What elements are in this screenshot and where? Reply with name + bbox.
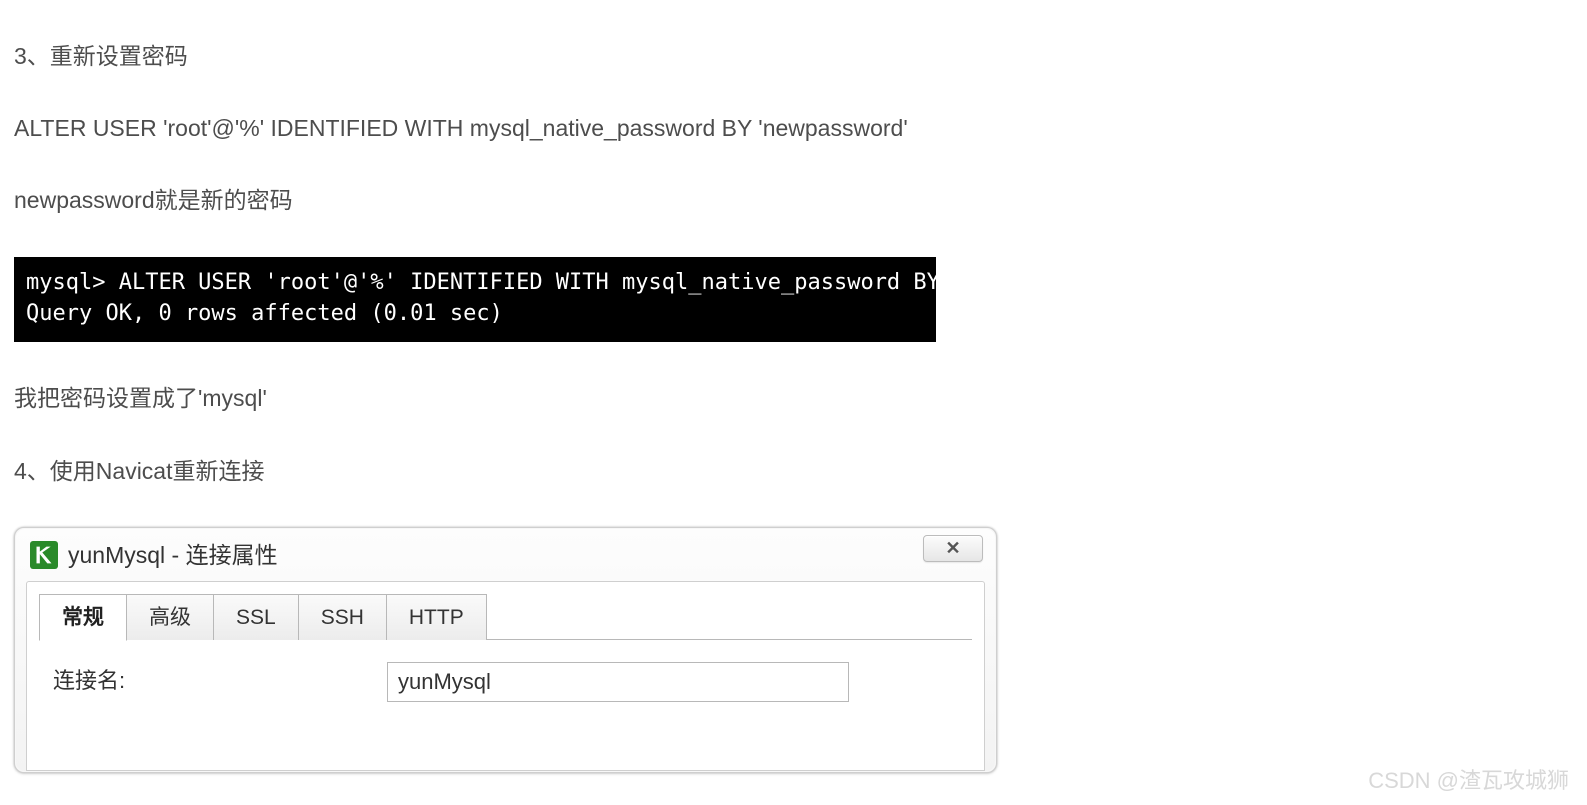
navicat-dialog: yunMysql - 连接属性 ✕ 常规 高级 SSL SSH HTTP 连接名… bbox=[14, 527, 997, 773]
dialog-title: yunMysql - 连接属性 bbox=[68, 539, 278, 571]
paragraph-step3-title: 3、重新设置密码 bbox=[14, 40, 1573, 72]
close-icon: ✕ bbox=[945, 536, 960, 561]
paragraph-newpassword-note: newpassword就是新的密码 bbox=[14, 184, 1573, 216]
tab-ssl[interactable]: SSL bbox=[213, 594, 299, 640]
dialog-tabs: 常规 高级 SSL SSH HTTP bbox=[39, 594, 972, 640]
tab-advanced[interactable]: 高级 bbox=[126, 594, 214, 640]
form-row-connection-name: 连接名: bbox=[39, 662, 972, 702]
csdn-watermark: CSDN @渣瓦攻城狮 bbox=[1368, 766, 1569, 797]
terminal-output: mysql> ALTER USER 'root'@'%' IDENTIFIED … bbox=[14, 257, 936, 343]
paragraph-step4-title: 4、使用Navicat重新连接 bbox=[14, 455, 1573, 487]
navicat-app-icon bbox=[30, 541, 58, 569]
tab-http[interactable]: HTTP bbox=[386, 594, 487, 640]
connection-name-input[interactable] bbox=[387, 662, 849, 702]
paragraph-sql-command: ALTER USER 'root'@'%' IDENTIFIED WITH my… bbox=[14, 112, 1573, 144]
dialog-titlebar: yunMysql - 连接属性 ✕ bbox=[16, 529, 995, 581]
tab-general[interactable]: 常规 bbox=[39, 594, 127, 641]
connection-name-label: 连接名: bbox=[53, 666, 387, 697]
paragraph-password-set: 我把密码设置成了'mysql' bbox=[14, 382, 1573, 414]
tab-ssh[interactable]: SSH bbox=[298, 594, 387, 640]
dialog-client-area: 常规 高级 SSL SSH HTTP 连接名: bbox=[26, 581, 985, 771]
close-button[interactable]: ✕ bbox=[923, 535, 983, 562]
